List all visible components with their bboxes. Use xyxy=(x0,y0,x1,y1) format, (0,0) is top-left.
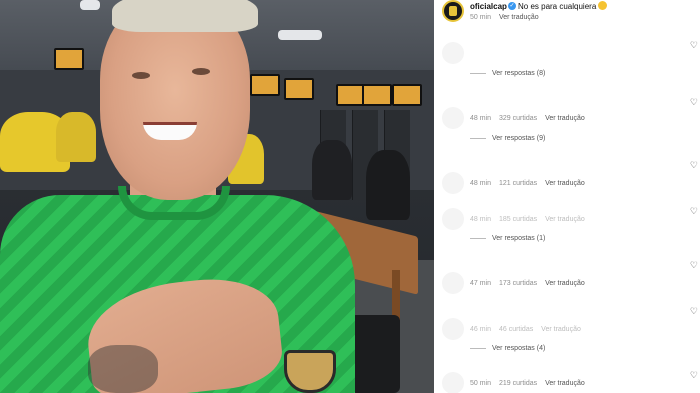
view-replies-link[interactable]: Ver respostas (9) xyxy=(470,135,545,142)
ceiling-light xyxy=(80,0,100,10)
comment-meta: 50 min 219 curtidas Ver tradução xyxy=(470,380,591,387)
heart-icon[interactable]: ♡ xyxy=(690,370,698,381)
smiling-face-icon xyxy=(598,1,607,10)
commenter-avatar[interactable] xyxy=(442,42,464,64)
heart-icon[interactable]: ♡ xyxy=(690,306,698,317)
background-player xyxy=(56,112,96,162)
comment-time: 48 min xyxy=(470,180,492,187)
comment-meta: 48 min 329 curtidas Ver tradução xyxy=(470,115,591,122)
commenter-avatar[interactable] xyxy=(442,208,464,230)
comment-likes[interactable]: 46 curtidas xyxy=(499,326,533,333)
sleeve-badge xyxy=(284,350,336,393)
player-hair xyxy=(112,0,258,32)
view-replies-link[interactable]: Ver respostas (1) xyxy=(470,235,545,242)
comment-item: 48 min 185 curtidas Ver tradução ♡ xyxy=(442,206,700,236)
comment-item: 48 min 121 curtidas Ver tradução ♡ xyxy=(442,160,700,200)
comment-time: 48 min xyxy=(470,115,492,122)
replies-line xyxy=(470,137,486,139)
comment-meta: 46 min 46 curtidas Ver tradução xyxy=(470,326,587,333)
ceiling-light xyxy=(278,30,322,40)
translate-link[interactable]: Ver tradução xyxy=(545,380,585,387)
comment-item: 48 min 329 curtidas Ver tradução ♡ xyxy=(442,97,700,135)
comment-item: 46 min 46 curtidas Ver tradução ♡ xyxy=(442,306,700,346)
eye xyxy=(192,68,210,75)
comment-likes[interactable]: 329 curtidas xyxy=(499,115,537,122)
view-replies-link[interactable]: Ver respostas (4) xyxy=(470,345,545,352)
replies-line xyxy=(470,237,486,239)
verified-badge-icon: ✓ xyxy=(508,2,516,10)
replies-line xyxy=(470,347,486,349)
post-meta: 50 min Ver tradução xyxy=(470,14,539,21)
heart-icon[interactable]: ♡ xyxy=(690,260,698,271)
comment-meta: 48 min 121 curtidas Ver tradução xyxy=(470,180,591,187)
commenter-avatar[interactable] xyxy=(442,318,464,340)
translate-link[interactable]: Ver tradução xyxy=(499,14,539,21)
comment-meta: 48 min 185 curtidas Ver tradução xyxy=(470,216,591,223)
comment-likes[interactable]: 219 curtidas xyxy=(499,380,537,387)
background-player xyxy=(366,150,410,220)
bag xyxy=(350,315,400,393)
translate-link[interactable]: Ver tradução xyxy=(545,180,585,187)
hand-tattoo xyxy=(88,345,158,393)
comment-likes[interactable]: 121 curtidas xyxy=(499,180,537,187)
heart-icon[interactable]: ♡ xyxy=(690,160,698,171)
translate-link[interactable]: Ver tradução xyxy=(545,115,585,122)
translate-link[interactable]: Ver tradução xyxy=(545,280,585,287)
comment-item: 50 min 219 curtidas Ver tradução ♡ xyxy=(442,370,700,393)
post-photo[interactable] xyxy=(0,0,434,393)
comments-panel: oficialcap ✓ No es para cualquiera 50 mi… xyxy=(434,0,700,393)
post-time: 50 min xyxy=(470,14,492,21)
translate-link[interactable]: Ver tradução xyxy=(545,216,585,223)
view-replies-link[interactable]: Ver respostas (8) xyxy=(470,70,545,77)
comment-likes[interactable]: 173 curtidas xyxy=(499,280,537,287)
commenter-avatar[interactable] xyxy=(442,172,464,194)
wall-screen xyxy=(54,48,84,70)
background-player xyxy=(312,140,352,200)
wall-screen xyxy=(250,74,280,96)
comment-time: 48 min xyxy=(470,216,492,223)
profile-avatar[interactable] xyxy=(442,0,464,22)
comment-meta: 47 min 173 curtidas Ver tradução xyxy=(470,280,591,287)
wall-screen xyxy=(284,78,314,100)
heart-icon[interactable]: ♡ xyxy=(690,97,698,108)
replies-line xyxy=(470,72,486,74)
heart-icon[interactable]: ♡ xyxy=(690,40,698,51)
wall-screen xyxy=(362,84,392,106)
post-caption: No es para cualquiera xyxy=(518,2,597,11)
eye xyxy=(132,72,150,79)
comment-time: 46 min xyxy=(470,326,492,333)
commenter-avatar[interactable] xyxy=(442,272,464,294)
commenter-avatar[interactable] xyxy=(442,107,464,129)
comment-time: 50 min xyxy=(470,380,492,387)
heart-icon[interactable]: ♡ xyxy=(690,206,698,217)
username[interactable]: oficialcap xyxy=(470,2,507,11)
commenter-avatar[interactable] xyxy=(442,372,464,393)
wall-screen xyxy=(392,84,422,106)
translate-link[interactable]: Ver tradução xyxy=(541,326,581,333)
comment-time: 47 min xyxy=(470,280,492,287)
comment-likes[interactable]: 185 curtidas xyxy=(499,216,537,223)
comment-item: 47 min 173 curtidas Ver tradução ♡ xyxy=(442,260,700,300)
post-header: oficialcap ✓ No es para cualquiera 50 mi… xyxy=(442,0,692,24)
comment-item: ♡ xyxy=(442,40,700,70)
